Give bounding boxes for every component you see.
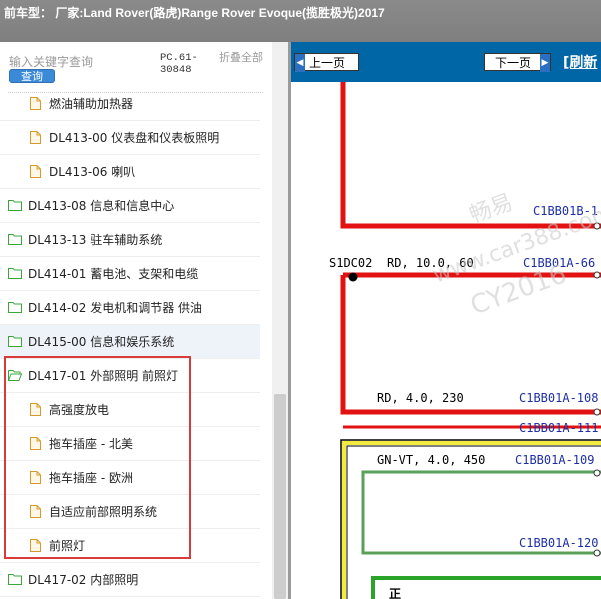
tree-folder-label: DL417-02 内部照明 — [28, 573, 139, 587]
file-icon — [30, 437, 44, 450]
red-wire-group — [340, 82, 601, 415]
wire-spec: RD, 4.0, 230 — [377, 391, 464, 405]
file-icon — [30, 505, 44, 518]
tree-folder-label: DL414-01 蓄电池、支架和电缆 — [28, 267, 199, 281]
folder-icon — [8, 267, 22, 280]
vehicle-title: 前车型： 厂家:Land Rover(路虎)Range Rover Evoque… — [4, 6, 385, 20]
search-button[interactable]: 查询 — [9, 69, 55, 83]
prev-page-button[interactable]: ◀ 上一页 — [294, 53, 359, 72]
prev-page-label: 上一页 — [309, 56, 346, 70]
tree-folder[interactable]: DL417-02 内部照明 — [0, 563, 260, 597]
tree-folder-label: DL415-00 信息和娱乐系统 — [28, 335, 175, 349]
tree-item-label: 自适应前部照明系统 — [49, 505, 158, 519]
watermark: 畅易 www.car388.com CY2016 — [430, 190, 601, 322]
diagram-viewer: ◀ 上一页 下一页 ▶ [刷新 C1BB01B-1 S1DC02 RD, 10.… — [291, 42, 601, 599]
tree-folder[interactable]: DL414-02 发电机和调节器 供油 — [0, 291, 260, 325]
wire-spec: GN-VT, 4.0, 450 — [377, 453, 485, 467]
refresh-link[interactable]: [刷新 — [563, 52, 597, 72]
arrow-left-icon: ◀ — [295, 54, 305, 72]
folder-icon — [8, 573, 22, 586]
tree-item-label: DL413-00 仪表盘和仪表板照明 — [49, 131, 220, 145]
tree-item[interactable]: DL413-06 喇叭 — [0, 155, 260, 189]
tree-item-label: 拖车插座 - 欧洲 — [49, 471, 133, 485]
tree-folder-label: DL414-02 发电机和调节器 供油 — [28, 301, 203, 315]
tree-item[interactable]: DL413-00 仪表盘和仪表板照明 — [0, 121, 260, 155]
tree-item[interactable]: 高强度放电 — [0, 393, 260, 427]
folder-icon — [8, 233, 22, 246]
tree-panel: 查询 PC.61-30848 折叠全部 燃油辅助加热器 DL413-00 仪表盘… — [0, 42, 289, 599]
tree-item-label: 拖车插座 - 北美 — [49, 437, 133, 451]
folder-open-icon — [8, 369, 22, 382]
file-icon — [30, 97, 44, 110]
tree-folder-label: DL413-08 信息和信息中心 — [28, 199, 175, 213]
file-icon — [30, 131, 44, 144]
title-bar: 前车型： 厂家:Land Rover(路虎)Range Rover Evoque… — [0, 0, 601, 42]
tree-item-label: 前照灯 — [49, 539, 86, 553]
tree-item[interactable]: 前照灯 — [0, 529, 260, 563]
tree-folder[interactable]: DL413-08 信息和信息中心 — [0, 189, 260, 223]
tree-item-label: DL413-06 喇叭 — [49, 165, 136, 179]
arrow-right-icon: ▶ — [540, 54, 550, 72]
tree-scrollbar[interactable] — [272, 42, 288, 599]
wiring-diagram: C1BB01B-1 S1DC02 RD, 10.0, 60 C1BB01A-66… — [329, 82, 601, 599]
collapse-all-link[interactable]: 折叠全部 — [219, 52, 263, 64]
folder-icon — [8, 199, 22, 212]
tree-folder[interactable]: DL415-00 信息和娱乐系统 — [0, 325, 260, 359]
tree-item[interactable]: 自适应前部照明系统 — [0, 495, 260, 529]
wire-label: C1BB01A-111 — [519, 421, 598, 435]
tree-folder[interactable]: DL413-13 驻车辅助系统 — [0, 223, 260, 257]
next-page-button[interactable]: 下一页 ▶ — [484, 53, 551, 72]
tree-item[interactable]: 燃油辅助加热器 — [0, 87, 260, 121]
file-icon — [30, 539, 44, 552]
file-icon — [30, 403, 44, 416]
tree-folder-label: DL413-13 驻车辅助系统 — [28, 233, 163, 247]
diagram-bottom-text: 正 — [389, 587, 401, 599]
splice-point — [348, 272, 358, 282]
tree-item[interactable]: 拖车插座 - 北美 — [0, 427, 260, 461]
pc-code: PC.61-30848 — [160, 52, 198, 76]
splice-label: S1DC02 — [329, 256, 372, 270]
tree-folder-label: DL417-01 外部照明 前照灯 — [28, 369, 179, 383]
tree-folder[interactable]: DL414-01 蓄电池、支架和电缆 — [0, 257, 260, 291]
wire-label: C1BB01A-108 — [519, 391, 598, 405]
folder-icon — [8, 301, 22, 314]
viewer-toolbar: ◀ 上一页 下一页 ▶ [刷新 — [291, 42, 601, 82]
scrollbar-thumb[interactable] — [274, 394, 286, 599]
next-page-label: 下一页 — [495, 56, 532, 70]
wire-label: C1BB01A-120 — [519, 536, 598, 550]
wire-label: C1BB01A-109 — [515, 453, 594, 467]
wire-green-lower — [371, 576, 601, 599]
file-icon — [30, 471, 44, 484]
tree-item[interactable]: 拖车插座 - 欧洲 — [0, 461, 260, 495]
folder-icon — [8, 335, 22, 348]
tree-item-label: 燃油辅助加热器 — [49, 97, 134, 111]
tree-item-label: 高强度放电 — [49, 403, 110, 417]
watermark-line1: 畅易 — [466, 190, 516, 229]
file-icon — [30, 165, 44, 178]
tree-folder-expanded[interactable]: DL417-01 外部照明 前照灯 — [0, 359, 260, 393]
